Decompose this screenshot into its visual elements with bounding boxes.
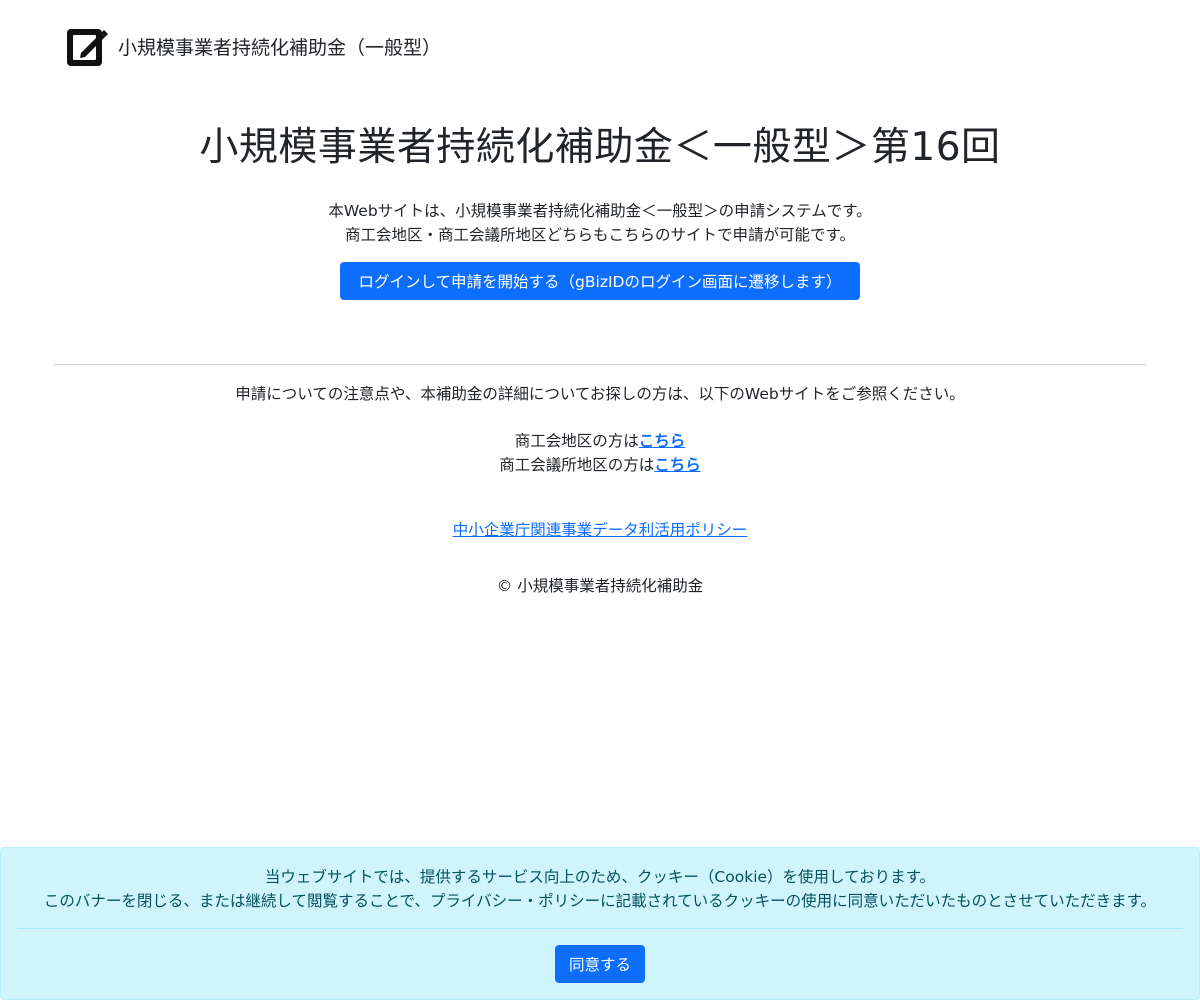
shokokai-link[interactable]: こちら	[639, 432, 686, 450]
shokokai-row: 商工会地区の方はこちら	[0, 429, 1200, 453]
site-header: 小規模事業者持続化補助金（一般型）	[66, 24, 441, 68]
shokokaigisho-label: 商工会議所地区の方は	[499, 456, 655, 474]
policy-row: 中小企業庁関連事業データ利活用ポリシー	[0, 518, 1200, 542]
cookie-line-1: 当ウェブサイトでは、提供するサービス向上のため、クッキー（Cookie）を使用し…	[264, 868, 936, 886]
login-button[interactable]: ログインして申請を開始する（gBizIDのログイン画面に遷移します）	[340, 262, 860, 300]
reference-note: 申請についての注意点や、本補助金の詳細についてお探しの方は、以下のWebサイトを…	[235, 385, 965, 403]
shokokaigisho-link[interactable]: こちら	[654, 456, 701, 474]
cookie-text: 当ウェブサイトでは、提供するサービス向上のため、クッキー（Cookie）を使用し…	[1, 865, 1199, 913]
pencil-square-icon[interactable]	[66, 25, 108, 67]
page-title: 小規模事業者持続化補助金＜一般型＞第16回	[199, 125, 1001, 170]
copyright: © 小規模事業者持続化補助金	[496, 577, 704, 595]
shokokai-label: 商工会地区の方は	[514, 432, 639, 450]
intro-line-2: 商工会地区・商工会議所地区どちらもこちらのサイトで申請が可能です。	[345, 226, 855, 244]
data-policy-link[interactable]: 中小企業庁関連事業データ利活用ポリシー	[453, 521, 748, 539]
agree-button[interactable]: 同意する	[555, 945, 645, 983]
shokokaigisho-row: 商工会議所地区の方はこちら	[0, 453, 1200, 477]
cookie-line-2: このバナーを閉じる、または継続して閲覧することで、プライバシー・ポリシーに記載さ…	[43, 892, 1157, 910]
region-links: 商工会地区の方はこちら 商工会議所地区の方はこちら	[0, 429, 1200, 477]
cookie-banner: 当ウェブサイトでは、提供するサービス向上のため、クッキー（Cookie）を使用し…	[0, 847, 1200, 1000]
intro-line-1: 本Webサイトは、小規模事業者持続化補助金＜一般型＞の申請システムです。	[328, 202, 872, 220]
intro-text: 本Webサイトは、小規模事業者持続化補助金＜一般型＞の申請システムです。 商工会…	[0, 199, 1200, 247]
section-divider	[54, 364, 1146, 365]
brand-link[interactable]: 小規模事業者持続化補助金（一般型）	[118, 33, 441, 60]
cookie-divider	[17, 928, 1183, 929]
